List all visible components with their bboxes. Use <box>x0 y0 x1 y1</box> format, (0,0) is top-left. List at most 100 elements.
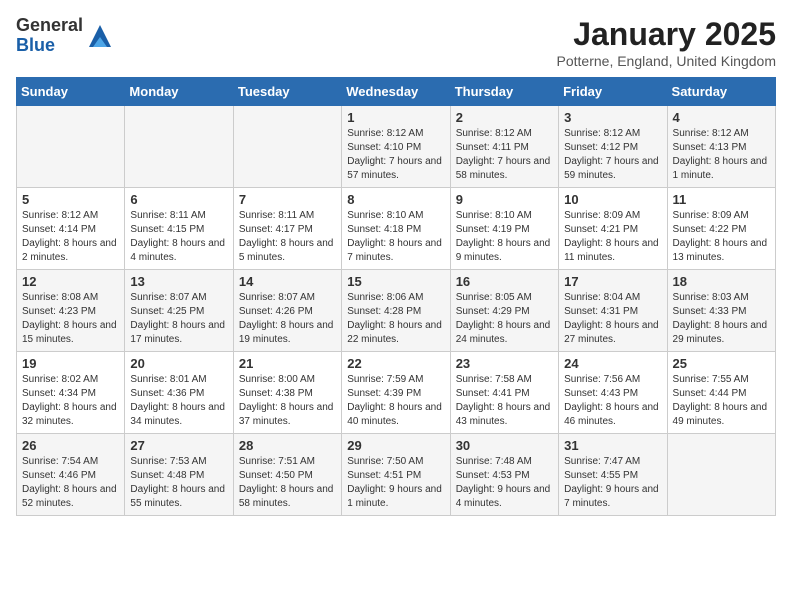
day-info: Sunrise: 8:02 AM Sunset: 4:34 PM Dayligh… <box>22 373 119 429</box>
day-info: Sunrise: 8:04 AM Sunset: 4:31 PM Dayligh… <box>564 291 661 347</box>
day-number: 16 <box>456 274 553 289</box>
day-number: 9 <box>456 192 553 207</box>
day-info: Sunrise: 7:56 AM Sunset: 4:43 PM Dayligh… <box>564 373 661 429</box>
calendar-day-cell: 9 Sunrise: 8:10 AM Sunset: 4:19 PM Daylig… <box>450 188 558 270</box>
logo: General Blue <box>16 16 115 56</box>
calendar-day-cell: 2 Sunrise: 8:12 AM Sunset: 4:11 PM Daylig… <box>450 106 558 188</box>
day-info: Sunrise: 8:07 AM Sunset: 4:26 PM Dayligh… <box>239 291 336 347</box>
calendar-day-cell: 26 Sunrise: 7:54 AM Sunset: 4:46 PM Dayli… <box>17 434 125 516</box>
day-info: Sunrise: 7:59 AM Sunset: 4:39 PM Dayligh… <box>347 373 444 429</box>
logo-general: General <box>16 15 83 35</box>
day-info: Sunrise: 8:12 AM Sunset: 4:11 PM Dayligh… <box>456 127 553 183</box>
day-info: Sunrise: 8:11 AM Sunset: 4:17 PM Dayligh… <box>239 209 336 265</box>
calendar-day-cell: 21 Sunrise: 8:00 AM Sunset: 4:38 PM Dayli… <box>233 352 341 434</box>
day-number: 5 <box>22 192 119 207</box>
day-info: Sunrise: 7:53 AM Sunset: 4:48 PM Dayligh… <box>130 455 227 511</box>
calendar-week-row: 12 Sunrise: 8:08 AM Sunset: 4:23 PM Dayli… <box>17 270 776 352</box>
day-info: Sunrise: 7:47 AM Sunset: 4:55 PM Dayligh… <box>564 455 661 511</box>
calendar-day-cell: 4 Sunrise: 8:12 AM Sunset: 4:13 PM Daylig… <box>667 106 775 188</box>
calendar-day-cell: 10 Sunrise: 8:09 AM Sunset: 4:21 PM Dayli… <box>559 188 667 270</box>
day-info: Sunrise: 8:10 AM Sunset: 4:19 PM Dayligh… <box>456 209 553 265</box>
day-info: Sunrise: 7:48 AM Sunset: 4:53 PM Dayligh… <box>456 455 553 511</box>
calendar-day-cell: 7 Sunrise: 8:11 AM Sunset: 4:17 PM Daylig… <box>233 188 341 270</box>
calendar-day-cell: 14 Sunrise: 8:07 AM Sunset: 4:26 PM Dayli… <box>233 270 341 352</box>
month-title: January 2025 <box>557 16 776 53</box>
day-number: 1 <box>347 110 444 125</box>
weekday-header: Monday <box>125 78 233 106</box>
day-number: 29 <box>347 438 444 453</box>
calendar-day-cell: 6Sunrise: 8:11 AM Sunset: 4:15 PM Daylig… <box>125 188 233 270</box>
day-number: 10 <box>564 192 661 207</box>
day-number: 25 <box>673 356 770 371</box>
calendar-day-cell: 30 Sunrise: 7:48 AM Sunset: 4:53 PM Dayli… <box>450 434 558 516</box>
day-number: 23 <box>456 356 553 371</box>
title-block: January 2025 Potterne, England, United K… <box>557 16 776 69</box>
calendar-day-cell: 3 Sunrise: 8:12 AM Sunset: 4:12 PM Daylig… <box>559 106 667 188</box>
day-number: 14 <box>239 274 336 289</box>
calendar-day-cell: 5 Sunrise: 8:12 AM Sunset: 4:14 PM Daylig… <box>17 188 125 270</box>
calendar-day-cell <box>667 434 775 516</box>
day-info: Sunrise: 8:12 AM Sunset: 4:10 PM Dayligh… <box>347 127 444 183</box>
day-info: Sunrise: 8:00 AM Sunset: 4:38 PM Dayligh… <box>239 373 336 429</box>
day-number: 15 <box>347 274 444 289</box>
calendar-day-cell: 15 Sunrise: 8:06 AM Sunset: 4:28 PM Dayli… <box>342 270 450 352</box>
day-number: 11 <box>673 192 770 207</box>
page-header: General Blue January 2025 Potterne, Engl… <box>16 16 776 69</box>
calendar-day-cell: 16 Sunrise: 8:05 AM Sunset: 4:29 PM Dayli… <box>450 270 558 352</box>
day-number: 21 <box>239 356 336 371</box>
weekday-header: Saturday <box>667 78 775 106</box>
day-number: 27 <box>130 438 227 453</box>
calendar-day-cell: 17 Sunrise: 8:04 AM Sunset: 4:31 PM Dayli… <box>559 270 667 352</box>
day-info: Sunrise: 8:12 AM Sunset: 4:14 PM Dayligh… <box>22 209 119 265</box>
logo-blue: Blue <box>16 35 55 55</box>
calendar-week-row: 1 Sunrise: 8:12 AM Sunset: 4:10 PM Daylig… <box>17 106 776 188</box>
weekday-header-row: SundayMondayTuesdayWednesdayThursdayFrid… <box>17 78 776 106</box>
day-number: 31 <box>564 438 661 453</box>
calendar-day-cell: 23 Sunrise: 7:58 AM Sunset: 4:41 PM Dayli… <box>450 352 558 434</box>
day-info: Sunrise: 7:50 AM Sunset: 4:51 PM Dayligh… <box>347 455 444 511</box>
location: Potterne, England, United Kingdom <box>557 53 776 69</box>
calendar-day-cell: 22Sunrise: 7:59 AM Sunset: 4:39 PM Dayli… <box>342 352 450 434</box>
day-number: 26 <box>22 438 119 453</box>
calendar-day-cell <box>233 106 341 188</box>
calendar-week-row: 5 Sunrise: 8:12 AM Sunset: 4:14 PM Daylig… <box>17 188 776 270</box>
weekday-header: Sunday <box>17 78 125 106</box>
weekday-header: Wednesday <box>342 78 450 106</box>
day-info: Sunrise: 8:10 AM Sunset: 4:18 PM Dayligh… <box>347 209 444 265</box>
day-info: Sunrise: 7:58 AM Sunset: 4:41 PM Dayligh… <box>456 373 553 429</box>
day-number: 24 <box>564 356 661 371</box>
day-info: Sunrise: 8:12 AM Sunset: 4:13 PM Dayligh… <box>673 127 770 183</box>
calendar-day-cell: 24 Sunrise: 7:56 AM Sunset: 4:43 PM Dayli… <box>559 352 667 434</box>
calendar-day-cell: 12 Sunrise: 8:08 AM Sunset: 4:23 PM Dayli… <box>17 270 125 352</box>
day-info: Sunrise: 8:07 AM Sunset: 4:25 PM Dayligh… <box>130 291 227 347</box>
day-number: 12 <box>22 274 119 289</box>
calendar-day-cell: 27 Sunrise: 7:53 AM Sunset: 4:48 PM Dayli… <box>125 434 233 516</box>
day-info: Sunrise: 7:55 AM Sunset: 4:44 PM Dayligh… <box>673 373 770 429</box>
day-number: 17 <box>564 274 661 289</box>
day-info: Sunrise: 7:51 AM Sunset: 4:50 PM Dayligh… <box>239 455 336 511</box>
day-number: 7 <box>239 192 336 207</box>
calendar-day-cell: 8Sunrise: 8:10 AM Sunset: 4:18 PM Daylig… <box>342 188 450 270</box>
day-number: 4 <box>673 110 770 125</box>
day-info: Sunrise: 8:06 AM Sunset: 4:28 PM Dayligh… <box>347 291 444 347</box>
weekday-header: Tuesday <box>233 78 341 106</box>
day-info: Sunrise: 7:54 AM Sunset: 4:46 PM Dayligh… <box>22 455 119 511</box>
calendar-day-cell: 28Sunrise: 7:51 AM Sunset: 4:50 PM Dayli… <box>233 434 341 516</box>
day-info: Sunrise: 8:09 AM Sunset: 4:21 PM Dayligh… <box>564 209 661 265</box>
calendar-day-cell <box>125 106 233 188</box>
day-number: 3 <box>564 110 661 125</box>
day-number: 13 <box>130 274 227 289</box>
calendar-day-cell: 25 Sunrise: 7:55 AM Sunset: 4:44 PM Dayli… <box>667 352 775 434</box>
calendar-day-cell <box>17 106 125 188</box>
day-number: 19 <box>22 356 119 371</box>
calendar-day-cell: 13 Sunrise: 8:07 AM Sunset: 4:25 PM Dayli… <box>125 270 233 352</box>
weekday-header: Friday <box>559 78 667 106</box>
day-number: 2 <box>456 110 553 125</box>
day-number: 6 <box>130 192 227 207</box>
day-info: Sunrise: 8:05 AM Sunset: 4:29 PM Dayligh… <box>456 291 553 347</box>
day-number: 30 <box>456 438 553 453</box>
calendar-day-cell: 20Sunrise: 8:01 AM Sunset: 4:36 PM Dayli… <box>125 352 233 434</box>
day-info: Sunrise: 8:08 AM Sunset: 4:23 PM Dayligh… <box>22 291 119 347</box>
day-info: Sunrise: 8:12 AM Sunset: 4:12 PM Dayligh… <box>564 127 661 183</box>
day-info: Sunrise: 8:01 AM Sunset: 4:36 PM Dayligh… <box>130 373 227 429</box>
